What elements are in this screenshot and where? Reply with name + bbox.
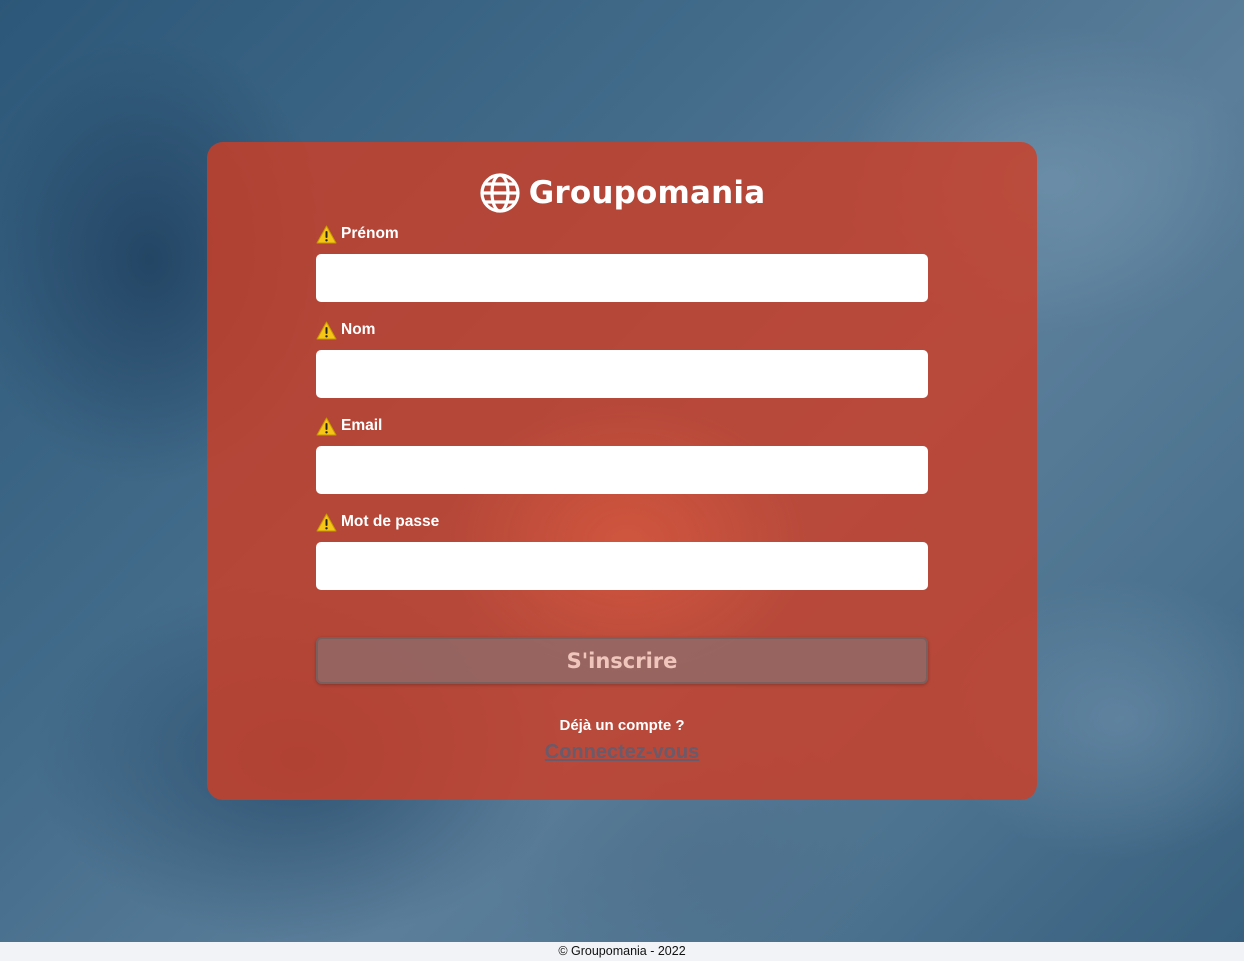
field-label-row: Email [316,416,928,436]
field-password: Mot de passe [316,512,928,608]
footer: © Groupomania - 2022 [0,942,1244,961]
login-link-label[interactable]: Connectez-vous [545,741,699,763]
firstname-label: Prénom [341,225,399,242]
field-label-row: Mot de passe [316,512,928,532]
brand-logo: Groupomania [207,172,1037,214]
copyright-text: © Groupomania - 2022 [558,944,686,958]
lastname-label: Nom [341,321,376,338]
lastname-input[interactable] [316,350,928,398]
signup-form: Prénom Nom Email Mot de passe [316,224,928,608]
globe-icon [480,173,520,213]
signup-card: Groupomania Prénom Nom Email Mot de pass… [207,142,1037,800]
signup-button[interactable]: S'inscrire [316,637,928,684]
email-label: Email [341,417,383,434]
field-email: Email [316,416,928,512]
warning-icon [316,225,337,243]
field-firstname: Prénom [316,224,928,320]
account-prompt: Déjà un compte ? [559,717,685,734]
password-input[interactable] [316,542,928,590]
field-lastname: Nom [316,320,928,416]
warning-icon [316,513,337,531]
field-label-row: Prénom [316,224,928,244]
firstname-input[interactable] [316,254,928,302]
field-label-row: Nom [316,320,928,340]
login-link[interactable]: Connectez-vous [207,741,1037,764]
brand-name: Groupomania [528,175,766,211]
warning-icon [316,417,337,435]
email-input[interactable] [316,446,928,494]
warning-icon [316,321,337,339]
password-label: Mot de passe [341,513,440,530]
